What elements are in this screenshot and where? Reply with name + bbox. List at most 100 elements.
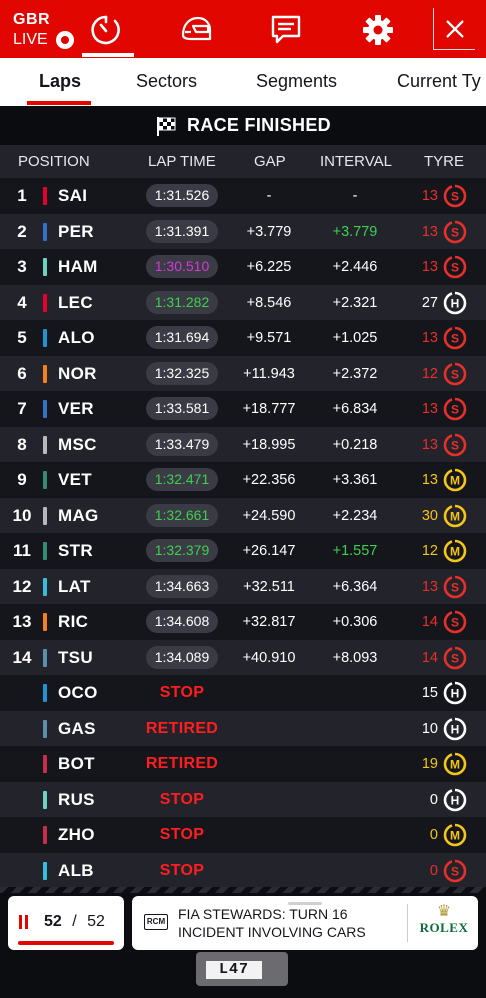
hard-tyre-icon: H <box>443 291 467 315</box>
driver-code: STR <box>58 541 93 560</box>
interval-value: +8.093 <box>332 649 378 666</box>
driver-code: ALO <box>58 328 95 347</box>
table-row[interactable]: 13 RIC 1:34.608 +32.817 +0.306 14 S <box>0 604 486 640</box>
table-header: POSITION LAP TIME GAP INTERVAL TYRE <box>0 145 486 178</box>
svg-text:S: S <box>451 580 459 594</box>
driver-code: BOT <box>58 754 95 773</box>
table-row[interactable]: 1 SAI 1:31.526 - - 13 S <box>0 178 486 214</box>
interval-value: +1.025 <box>332 330 378 346</box>
gap-value: +9.571 <box>246 330 292 346</box>
tab-segments[interactable]: Segments <box>256 71 337 92</box>
svg-text:H: H <box>451 793 460 807</box>
table-row[interactable]: BOT RETIRED 19 M <box>0 746 486 782</box>
crown-icon: ♛ <box>436 903 452 920</box>
driver-code: ZHO <box>58 825 95 844</box>
position: 14 <box>12 647 32 667</box>
tab-laps[interactable]: Laps <box>39 71 81 92</box>
table-row[interactable]: 7 VER 1:33.581 +18.777 +6.834 13 S <box>0 391 486 427</box>
pause-icon[interactable] <box>18 915 30 929</box>
gap-value: +26.147 <box>242 543 296 559</box>
country-code: GBR <box>13 11 51 28</box>
driver-code: MSC <box>58 434 97 454</box>
table-row[interactable]: 3 HAM 1:30.510 +6.225 +2.446 13 S <box>0 249 486 285</box>
rcm-badge: RCM <box>144 914 168 930</box>
tyre-laps: 27 <box>421 294 438 311</box>
sponsor-logo: ♛ ROLEX <box>414 904 474 936</box>
rcm-line-2: INCIDENT INVOLVING CARS <box>178 924 366 940</box>
tyre-laps: 14 <box>421 614 438 630</box>
tyre-laps: 12 <box>421 365 438 382</box>
table-row[interactable]: GAS RETIRED 10 H <box>0 710 486 746</box>
position: 8 <box>17 434 27 454</box>
driver-status: RETIRED <box>145 755 219 772</box>
team-color-bar <box>43 293 47 312</box>
close-icon <box>445 19 464 38</box>
driver-code: ALB <box>58 860 94 880</box>
gap-value: +32.817 <box>242 614 296 630</box>
interval-value: +0.306 <box>332 614 378 630</box>
tab-sectors[interactable]: Sectors <box>136 71 197 92</box>
interval-value: +2.446 <box>332 259 378 275</box>
driver-code: SAI <box>58 186 88 205</box>
interval-value: +6.834 <box>332 401 378 417</box>
rcm-divider <box>407 904 408 942</box>
svg-text:M: M <box>450 545 460 559</box>
close-button[interactable] <box>433 8 475 50</box>
driver-code: PER <box>58 221 94 241</box>
lap-counter-card[interactable]: 52 / 52 <box>8 896 124 950</box>
team-color-bar <box>43 400 47 418</box>
tyre-laps: 10 <box>421 720 438 737</box>
table-row[interactable]: 2 PER 1:31.391 +3.779 +3.779 13 S <box>0 213 486 249</box>
table-row[interactable]: 14 TSU 1:34.089 +40.910 +8.093 14 S <box>0 639 486 675</box>
table-row[interactable]: 9 VET 1:32.471 +22.356 +3.361 13 M <box>0 462 486 498</box>
gear-icon[interactable] <box>358 10 398 50</box>
position: 11 <box>13 541 31 560</box>
interval-value: +3.779 <box>332 223 378 240</box>
team-color-bar <box>43 364 47 383</box>
soft-tyre-icon: S <box>443 255 467 279</box>
car-plate: L47 <box>206 961 262 979</box>
race-status-text: RACE FINISHED <box>187 115 331 135</box>
svg-text:S: S <box>451 367 459 381</box>
table-row[interactable]: RUS STOP 0 H <box>0 781 486 817</box>
svg-text:M: M <box>450 758 460 772</box>
table-row[interactable]: 10 MAG 1:32.661 +24.590 +2.234 30 M <box>0 497 486 533</box>
tyre-laps: 13 <box>421 578 438 595</box>
driver-code: VET <box>58 470 92 489</box>
table-row[interactable]: OCO STOP 15 H <box>0 675 486 711</box>
table-row[interactable]: ALB STOP 0 S <box>0 852 486 888</box>
hard-tyre-icon: H <box>443 681 467 705</box>
helmet-icon[interactable] <box>176 10 216 50</box>
gap-value: +40.910 <box>242 649 296 666</box>
position: 7 <box>17 399 27 418</box>
lap-time-pill: 1:31.526 <box>146 184 218 207</box>
table-row[interactable]: 12 LAT 1:34.663 +32.511 +6.364 13 S <box>0 568 486 604</box>
hard-tyre-icon: H <box>443 788 467 812</box>
team-color-bar <box>43 542 47 560</box>
gap-value: +24.590 <box>242 507 296 524</box>
timing-table: 1 SAI 1:31.526 - - 13 S 2 PER 1:31.391 +3.779 +3.77… <box>0 178 486 888</box>
tab-bar: Laps Sectors Segments Current Ty <box>0 58 486 106</box>
timer-icon[interactable] <box>86 10 126 50</box>
table-row[interactable]: 4 LEC 1:31.282 +8.546 +2.321 27 H <box>0 284 486 320</box>
tyre-laps: 0 <box>429 827 438 843</box>
position: 6 <box>17 363 27 383</box>
table-row[interactable]: ZHO STOP 0 M <box>0 817 486 853</box>
sponsor-name: ROLEX <box>419 920 469 935</box>
tyre-laps: 15 <box>421 685 438 701</box>
team-color-bar <box>43 684 47 702</box>
car-onboard-thumbnail[interactable]: L47 <box>196 952 288 986</box>
tab-current-tyres[interactable]: Current Ty <box>397 71 481 92</box>
table-row[interactable]: 11 STR 1:32.379 +26.147 +1.557 12 M <box>0 533 486 569</box>
table-row[interactable]: 8 MSC 1:33.479 +18.995 +0.218 13 S <box>0 426 486 462</box>
drag-handle[interactable] <box>288 902 322 905</box>
driver-code: LEC <box>58 292 93 312</box>
rcm-line-1: FIA STEWARDS: TURN 16 <box>178 906 348 922</box>
table-row[interactable]: 5 ALO 1:31.694 +9.571 +1.025 13 S <box>0 320 486 356</box>
chat-icon[interactable] <box>266 10 306 50</box>
team-color-bar <box>43 471 47 489</box>
gap-value: +18.777 <box>242 401 296 417</box>
table-row[interactable]: 6 NOR 1:32.325 +11.943 +2.372 12 S <box>0 355 486 391</box>
gap-value: +6.225 <box>246 259 292 275</box>
app-root: GBR LIVE Laps Sectors Segments Current T… <box>0 0 486 998</box>
